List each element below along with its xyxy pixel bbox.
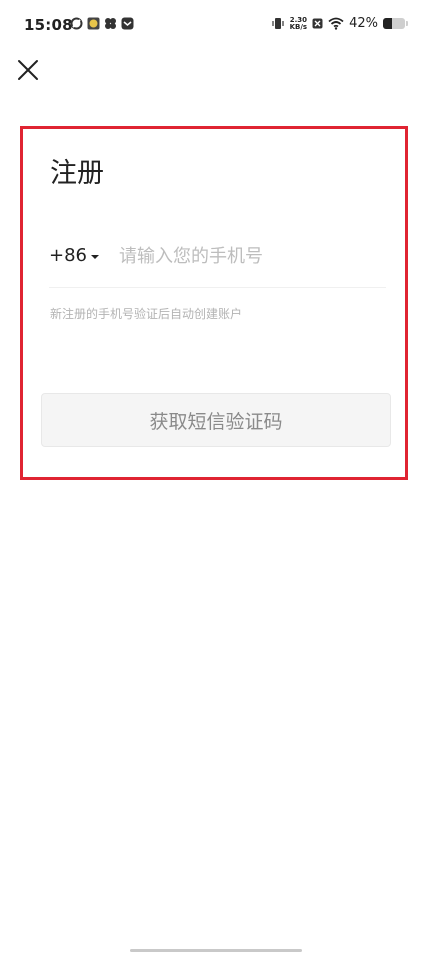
sync-app-icon xyxy=(70,17,83,30)
home-indicator[interactable] xyxy=(130,949,302,952)
network-speed-unit: KB/s xyxy=(289,22,308,31)
network-speed: 2.30 KB/s xyxy=(289,16,308,31)
app-face-icon xyxy=(87,17,100,30)
phone-row: +86 xyxy=(49,233,386,288)
close-button[interactable] xyxy=(15,57,41,83)
close-icon xyxy=(18,60,38,80)
page-title: 注册 xyxy=(50,158,104,189)
register-panel: 注册 +86 新注册的手机号验证后自动创建账户 获取短信验证码 xyxy=(20,126,408,480)
battery-tip xyxy=(406,21,408,26)
status-right: 2.30 KB/s 42% xyxy=(271,16,408,31)
wifi-icon xyxy=(328,17,344,30)
status-time: 15:08 xyxy=(24,16,73,34)
battery-percent: 42% xyxy=(349,16,378,31)
sim-disabled-icon xyxy=(312,18,323,29)
get-sms-code-button[interactable]: 获取短信验证码 xyxy=(41,393,391,447)
battery-icon xyxy=(383,18,405,29)
status-bar: 15:08 2.30 KB/s 42% xyxy=(0,0,432,50)
country-code-selector[interactable]: +86 xyxy=(49,245,99,266)
country-code-label: +86 xyxy=(49,245,87,266)
message-app-icon xyxy=(121,17,134,30)
vibrate-icon xyxy=(272,18,284,29)
pinwheel-icon xyxy=(105,18,116,29)
phone-input[interactable] xyxy=(119,241,379,271)
register-hint: 新注册的手机号验证后自动创建账户 xyxy=(50,307,243,321)
notification-icons xyxy=(70,17,134,30)
caret-down-icon xyxy=(91,254,99,259)
